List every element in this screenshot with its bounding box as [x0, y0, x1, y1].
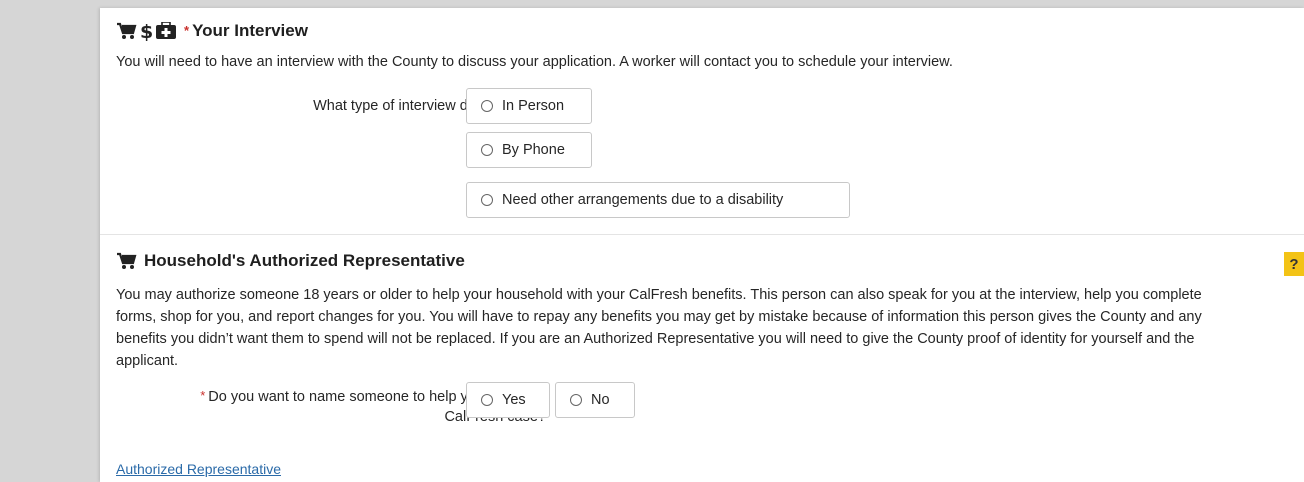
dollar-icon: $	[140, 21, 152, 41]
option-label: In Person	[502, 98, 565, 114]
cart-icon	[117, 252, 137, 269]
description-line: applicant.	[116, 353, 179, 369]
radio-circle[interactable]	[481, 394, 493, 406]
medical-kit-icon	[156, 22, 176, 39]
application-form-panel: $ * Your Interview You will need to have…	[100, 8, 1304, 482]
representative-option-yes[interactable]: Yes	[466, 382, 550, 418]
program-icons	[116, 252, 137, 270]
representative-section-title: Household's Authorized Representative	[116, 251, 465, 271]
description-line: forms, shop for you, and report changes …	[116, 309, 1202, 325]
radio-circle[interactable]	[481, 144, 493, 156]
representative-description: You may authorize someone 18 years or ol…	[116, 284, 1202, 372]
interview-option-disability[interactable]: Need other arrangements due to a disabil…	[466, 182, 850, 218]
interview-title: Your Interview	[192, 21, 308, 40]
representative-title: Household's Authorized Representative	[144, 251, 465, 270]
description-line: benefits you didn’t want them to spend w…	[116, 331, 1195, 347]
svg-text:$: $	[140, 21, 152, 41]
interview-description: You will need to have an interview with …	[116, 54, 953, 70]
required-marker: *	[184, 22, 190, 38]
representative-option-no[interactable]: No	[555, 382, 635, 418]
authorized-representative-link[interactable]: Authorized Representative	[116, 461, 281, 477]
interview-option-by-phone[interactable]: By Phone	[466, 132, 592, 168]
description-line: You may authorize someone 18 years or ol…	[116, 287, 1202, 303]
section-divider	[100, 234, 1304, 235]
help-icon[interactable]: ?	[1284, 252, 1304, 276]
required-marker: *	[200, 388, 206, 403]
option-label: Need other arrangements due to a disabil…	[502, 192, 784, 208]
option-label: By Phone	[502, 142, 565, 158]
interview-option-in-person[interactable]: In Person	[466, 88, 592, 124]
program-icons: $	[116, 21, 177, 41]
interview-section-title: $ * Your Interview	[116, 21, 308, 41]
option-label: No	[591, 392, 610, 408]
radio-circle[interactable]	[481, 194, 493, 206]
cart-icon	[117, 22, 137, 39]
radio-circle[interactable]	[481, 100, 493, 112]
option-label: Yes	[502, 392, 526, 408]
radio-circle[interactable]	[570, 394, 582, 406]
